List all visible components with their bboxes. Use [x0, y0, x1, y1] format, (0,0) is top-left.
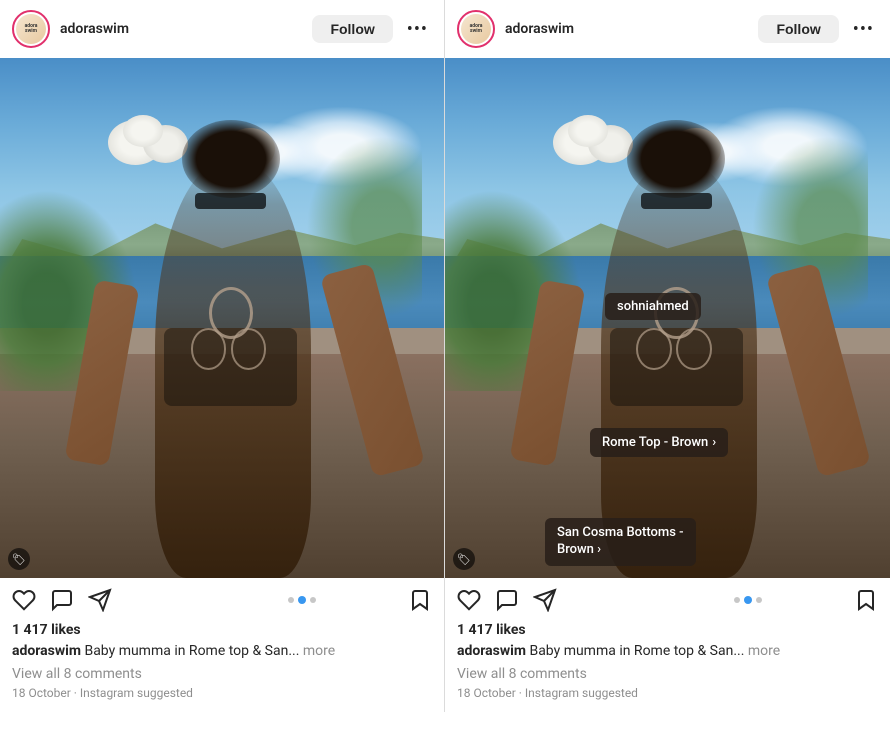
- person-tag-2[interactable]: sohniahmed: [605, 293, 701, 320]
- dot-4: [734, 597, 740, 603]
- username-2[interactable]: adoraswim: [505, 21, 748, 37]
- post-2: adoraswim adoraswim Follow •••: [445, 0, 890, 712]
- post-1-image: 🏷: [0, 58, 444, 578]
- timestamp-2: 18 October · Instagram suggested: [457, 686, 878, 700]
- caption-text-1: Baby mumma in Rome top & San...: [84, 643, 299, 659]
- product-tag-san-cosma[interactable]: San Cosma Bottoms -Brown ›: [545, 518, 696, 566]
- caption-text-2: Baby mumma in Rome top & San...: [529, 643, 744, 659]
- likes-count-1: 1 417 likes: [12, 622, 432, 638]
- dot-6: [756, 597, 762, 603]
- share-icon-2[interactable]: [533, 588, 557, 612]
- post-1: adoraswim adoraswim Follow •••: [0, 0, 445, 712]
- username-1[interactable]: adoraswim: [60, 21, 302, 37]
- follow-button-2[interactable]: Follow: [758, 15, 838, 43]
- avatar-2: adoraswim: [461, 14, 491, 44]
- post-1-content: 1 417 likes adoraswim Baby mumma in Rome…: [0, 622, 444, 712]
- comments-link-2[interactable]: View all 8 comments: [457, 666, 878, 682]
- likes-count-2: 1 417 likes: [457, 622, 878, 638]
- dot-2: [298, 596, 306, 604]
- timestamp-1: 18 October · Instagram suggested: [12, 686, 432, 700]
- post-1-actions: [0, 578, 444, 622]
- more-menu-2[interactable]: •••: [849, 19, 878, 40]
- caption-handle-2[interactable]: adoraswim: [457, 643, 526, 659]
- dots-indicator-2: [656, 596, 841, 604]
- caption-more-1[interactable]: more: [303, 643, 335, 659]
- posts-container: adoraswim adoraswim Follow •••: [0, 0, 891, 712]
- product-tag-rome-top[interactable]: Rome Top - Brown›: [590, 428, 728, 457]
- dot-1: [288, 597, 294, 603]
- comment-icon-1[interactable]: [50, 588, 74, 612]
- tag-person-icon-2: 🏷: [453, 548, 475, 570]
- caption-more-2[interactable]: more: [748, 643, 780, 659]
- more-menu-1[interactable]: •••: [403, 19, 432, 40]
- comment-icon-2[interactable]: [495, 588, 519, 612]
- post-2-image: sohniahmed Rome Top - Brown› San Cosma B…: [445, 58, 890, 578]
- avatar-ring-2[interactable]: adoraswim: [457, 10, 495, 48]
- tag-person-icon-1: 🏷: [8, 548, 30, 570]
- follow-button-1[interactable]: Follow: [312, 15, 392, 43]
- bookmark-icon-2[interactable]: [854, 588, 878, 612]
- dots-indicator-1: [210, 596, 394, 604]
- post-2-header: adoraswim adoraswim Follow •••: [445, 0, 890, 58]
- san-cosma-label: San Cosma Bottoms -Brown: [557, 525, 684, 557]
- dot-3: [310, 597, 316, 603]
- dot-5: [744, 596, 752, 604]
- avatar-ring-1[interactable]: adoraswim: [12, 10, 50, 48]
- like-icon-2[interactable]: [457, 588, 481, 612]
- caption-1: adoraswim Baby mumma in Rome top & San..…: [12, 642, 432, 662]
- avatar-1: adoraswim: [16, 14, 46, 44]
- post-1-header: adoraswim adoraswim Follow •••: [0, 0, 444, 58]
- share-icon-1[interactable]: [88, 588, 112, 612]
- comments-link-1[interactable]: View all 8 comments: [12, 666, 432, 682]
- like-icon-1[interactable]: [12, 588, 36, 612]
- caption-handle-1[interactable]: adoraswim: [12, 643, 81, 659]
- bookmark-icon-1[interactable]: [408, 588, 432, 612]
- post-2-actions: [445, 578, 890, 622]
- post-2-content: 1 417 likes adoraswim Baby mumma in Rome…: [445, 622, 890, 712]
- caption-2: adoraswim Baby mumma in Rome top & San..…: [457, 642, 878, 662]
